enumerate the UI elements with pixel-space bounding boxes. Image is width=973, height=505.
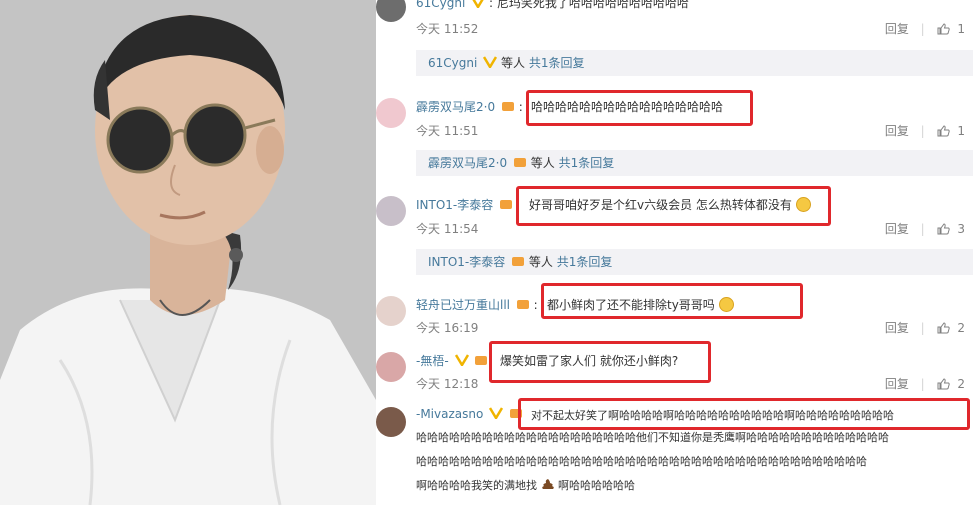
like-button[interactable]: 3 (937, 222, 965, 236)
reply-text: 等人 (530, 156, 555, 170)
thumb-up-icon (937, 322, 950, 334)
reply-button[interactable]: 回复 (885, 377, 909, 391)
highlight-box (541, 283, 803, 319)
reply-text: 等人 (500, 56, 525, 70)
avatar[interactable] (376, 407, 406, 437)
vip-badge-icon (513, 158, 526, 167)
thumb-up-icon (937, 378, 950, 390)
highlight-box (516, 186, 831, 226)
avatar[interactable] (376, 352, 406, 382)
comment-time: 今天 16:19 (416, 321, 479, 335)
comment-author[interactable]: 61Cygni : 尼玛笑死我了哈哈哈哈哈哈哈哈哈哈 (416, 0, 689, 11)
reply-button[interactable]: 回复 (885, 22, 909, 36)
reply-count-link[interactable]: 共1条回复 (559, 156, 615, 170)
comment-time: 今天 11:54 (416, 222, 479, 236)
like-button[interactable]: 1 (937, 22, 965, 36)
like-count: 2 (957, 377, 965, 391)
like-button[interactable]: 1 (937, 124, 965, 138)
portrait-photo (0, 0, 376, 505)
comment-text: 尼玛笑死我了哈哈哈哈哈哈哈哈哈哈 (496, 0, 689, 10)
reply-button[interactable]: 回复 (885, 124, 909, 138)
reply-author[interactable]: INTO1-李泰容 (428, 255, 505, 269)
reply-author[interactable]: 61Cygni (428, 56, 477, 70)
comment-actions: 回复 | 2 (884, 321, 965, 335)
thumb-up-icon (937, 125, 950, 137)
comment-time: 今天 11:51 (416, 124, 479, 138)
reply-summary-bar[interactable]: 霹雳双马尾2·0 等人 共1条回复 (416, 150, 973, 176)
comment-actions: 回复 | 3 (884, 222, 965, 236)
highlight-box (489, 341, 711, 383)
vip-badge-icon (489, 407, 504, 419)
reply-summary-bar[interactable]: INTO1-李泰容 等人 共1条回复 (416, 249, 973, 275)
highlight-box (526, 90, 753, 126)
comment-list: 61Cygni : 尼玛笑死我了哈哈哈哈哈哈哈哈哈哈 今天 11:52 回复 |… (376, 0, 973, 505)
reply-button[interactable]: 回复 (885, 222, 909, 236)
comment-author[interactable]: -無梧- (416, 352, 488, 369)
vip-badge-icon (483, 56, 498, 68)
avatar[interactable] (376, 296, 406, 326)
vip-badge-icon (500, 200, 513, 209)
reply-count-link[interactable]: 共1条回复 (557, 255, 613, 269)
comment-actions: 回复 | 2 (884, 377, 965, 391)
comment-author[interactable]: -Mivazasno (416, 407, 523, 421)
like-button[interactable]: 2 (937, 321, 965, 335)
reply-summary-bar[interactable]: 61Cygni 等人 共1条回复 (416, 50, 973, 76)
portrait-illustration (0, 0, 376, 505)
comment-actions: 回复 | 1 (884, 124, 965, 138)
comment-author[interactable]: INTO1-李泰容 (416, 196, 513, 213)
thumb-up-icon (937, 223, 950, 235)
vip-badge-icon (516, 300, 529, 309)
like-count: 2 (957, 321, 965, 335)
vip-badge-icon (512, 257, 525, 266)
poop-emoji-icon (541, 479, 554, 489)
reply-count-link[interactable]: 共1条回复 (529, 56, 585, 70)
like-button[interactable]: 2 (937, 377, 965, 391)
comment-actions: 回复 | 1 (884, 22, 965, 36)
comment-text-continued: 啊哈哈哈哈我笑的满地找 啊哈哈哈哈哈哈 (416, 479, 635, 492)
reply-button[interactable]: 回复 (885, 321, 909, 335)
vip-badge-icon (454, 354, 469, 366)
comment-time: 今天 12:18 (416, 377, 479, 391)
reply-author[interactable]: 霹雳双马尾2·0 (428, 156, 507, 170)
avatar[interactable] (376, 98, 406, 128)
screenshot-root: 61Cygni : 尼玛笑死我了哈哈哈哈哈哈哈哈哈哈 今天 11:52 回复 |… (0, 0, 973, 505)
comment-text-continued: 哈哈哈哈哈哈哈哈哈哈哈哈哈哈哈哈哈哈哈哈哈哈哈哈哈哈哈哈哈哈哈哈哈哈哈哈哈哈哈哈… (416, 455, 867, 468)
like-count: 3 (957, 222, 965, 236)
vip-badge-icon (501, 102, 514, 111)
thumb-up-icon (937, 23, 950, 35)
comment-time: 今天 11:52 (416, 22, 479, 36)
avatar[interactable] (376, 196, 406, 226)
comment-author[interactable]: 轻舟已过万重山lll : (416, 296, 538, 313)
comment-author[interactable]: 霹雳双马尾2·0 : (416, 98, 523, 115)
like-count: 1 (957, 124, 965, 138)
comment-text-continued: 哈哈哈哈哈哈哈哈哈哈哈哈哈哈哈哈哈哈哈哈他们不知道你是秃鹰啊哈哈哈哈哈哈哈哈哈哈… (416, 431, 889, 444)
vip-badge-icon (472, 0, 484, 8)
like-count: 1 (957, 22, 965, 36)
vip-badge-icon (475, 356, 488, 365)
avatar[interactable] (376, 0, 406, 22)
reply-text: 等人 (528, 255, 553, 269)
